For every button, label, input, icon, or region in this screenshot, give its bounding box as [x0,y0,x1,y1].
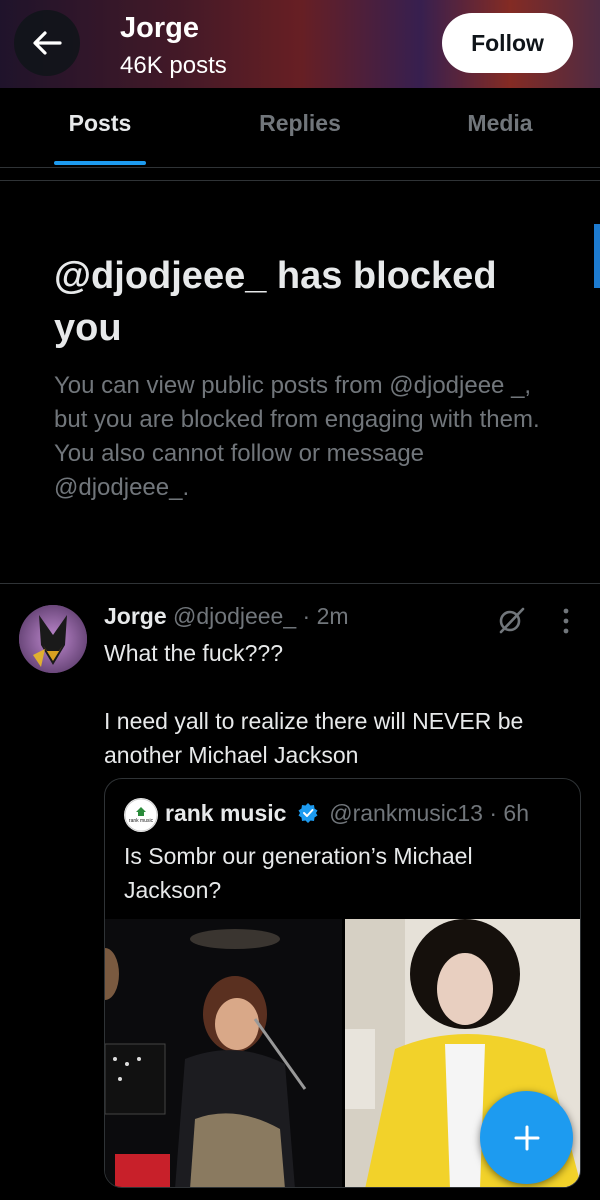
header-title: Jorge [120,12,199,44]
divider [0,583,600,584]
plus-icon [514,1125,539,1150]
quoted-avatar: rank music [124,798,158,832]
verified-badge-icon [298,803,318,823]
follow-button[interactable]: Follow [442,13,573,73]
divider [0,180,600,181]
post-text-line: I need yall to realize there will NEVER … [104,708,524,768]
tab-media[interactable]: Media [400,88,600,167]
back-button[interactable] [14,10,80,76]
post-author-name[interactable]: Jorge [104,603,167,629]
post-body: What the fuck??? I need yall to realize … [104,636,584,772]
post-handle-time: @djodjeee_ · 2m [173,603,349,629]
tab-label: Media [467,110,533,136]
active-tab-indicator [54,161,146,165]
post-text-line: What the fuck??? [104,640,283,666]
avatar[interactable] [19,605,87,673]
blocked-description: You can view public posts from @djodjeee… [54,372,540,501]
compose-button[interactable] [480,1091,573,1184]
post-header: Jorge @djodjeee_ · 2m [104,603,349,630]
tab-posts[interactable]: Posts [0,88,200,167]
header-post-count: 46K posts [120,52,227,79]
quoted-author-name[interactable]: rank music [165,800,286,826]
arrow-left-icon [33,31,62,55]
blocked-title: @djodjeee_ has blocked you [54,255,497,349]
grok-icon[interactable] [496,605,526,635]
scrollbar[interactable] [594,224,600,288]
media-image-left[interactable] [105,919,342,1187]
quoted-handle-time: @rankmusic13 · 6h [329,800,529,826]
profile-header: Jorge 46K posts Follow [0,0,600,88]
svg-text:rank music: rank music [129,818,154,824]
quoted-text: Is Sombr our generation’s Michael Jackso… [124,843,473,903]
tab-replies[interactable]: Replies [200,88,400,167]
tab-label: Replies [259,110,341,136]
quoted-header: rank music @rankmusic13 · 6h [165,800,529,827]
profile-tabs: Posts Replies Media [0,88,600,168]
more-vertical-icon[interactable] [556,606,576,636]
tab-label: Posts [68,110,132,136]
avatar-image [19,605,87,673]
